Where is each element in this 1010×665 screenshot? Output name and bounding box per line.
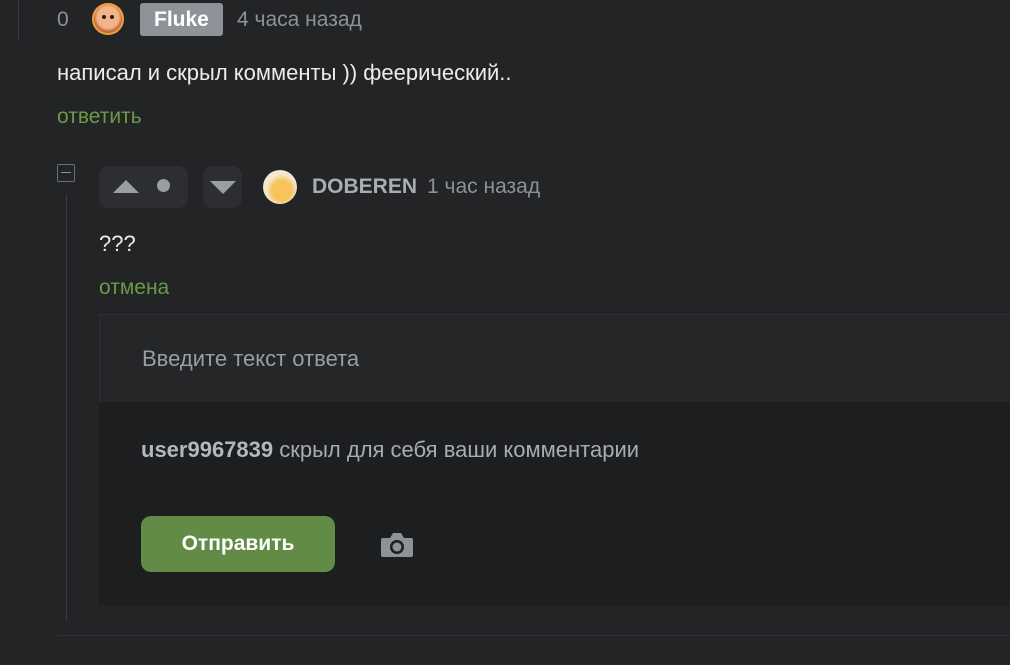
comment-author[interactable]: Fluke — [140, 3, 223, 36]
cancel-link[interactable]: отмена — [99, 276, 169, 300]
upvote-group — [99, 166, 188, 208]
avatar[interactable] — [263, 170, 297, 204]
reply-author[interactable]: DOBEREN — [312, 175, 417, 199]
reply-input[interactable]: Введите текст ответа — [99, 314, 1010, 402]
reply-input-placeholder: Введите текст ответа — [142, 346, 360, 371]
parent-thread-line — [18, 0, 29, 40]
arrow-up-icon[interactable] — [113, 180, 139, 193]
reply-time[interactable]: 1 час назад — [427, 175, 540, 199]
avatar[interactable] — [92, 3, 124, 35]
collapse-thread-button[interactable] — [57, 164, 75, 182]
comment-text: написал и скрыл комменты )) феерический.… — [57, 60, 512, 85]
camera-icon[interactable] — [380, 532, 414, 558]
downvote-button[interactable] — [203, 166, 242, 208]
send-button[interactable]: Отправить — [141, 516, 335, 572]
arrow-down-icon — [210, 181, 236, 194]
comment-rating: 0 — [57, 8, 69, 31]
reply-form: Введите текст ответа user9967839 скрыл д… — [99, 314, 1010, 606]
notice-text: скрыл для себя ваши комментарии — [273, 437, 640, 462]
notice-username[interactable]: user9967839 — [141, 437, 273, 462]
thread-line[interactable] — [66, 194, 67, 620]
rating-dot-icon — [157, 179, 170, 192]
comments-page: 0 Fluke 4 часа назад написал и скрыл ком… — [0, 0, 1010, 665]
comment-time[interactable]: 4 часа назад — [237, 8, 362, 32]
divider — [58, 635, 1010, 636]
hidden-comments-notice: user9967839 скрыл для себя ваши коммента… — [141, 437, 639, 463]
reply-link[interactable]: ответить — [57, 105, 142, 129]
reply-text: ??? — [99, 231, 136, 256]
